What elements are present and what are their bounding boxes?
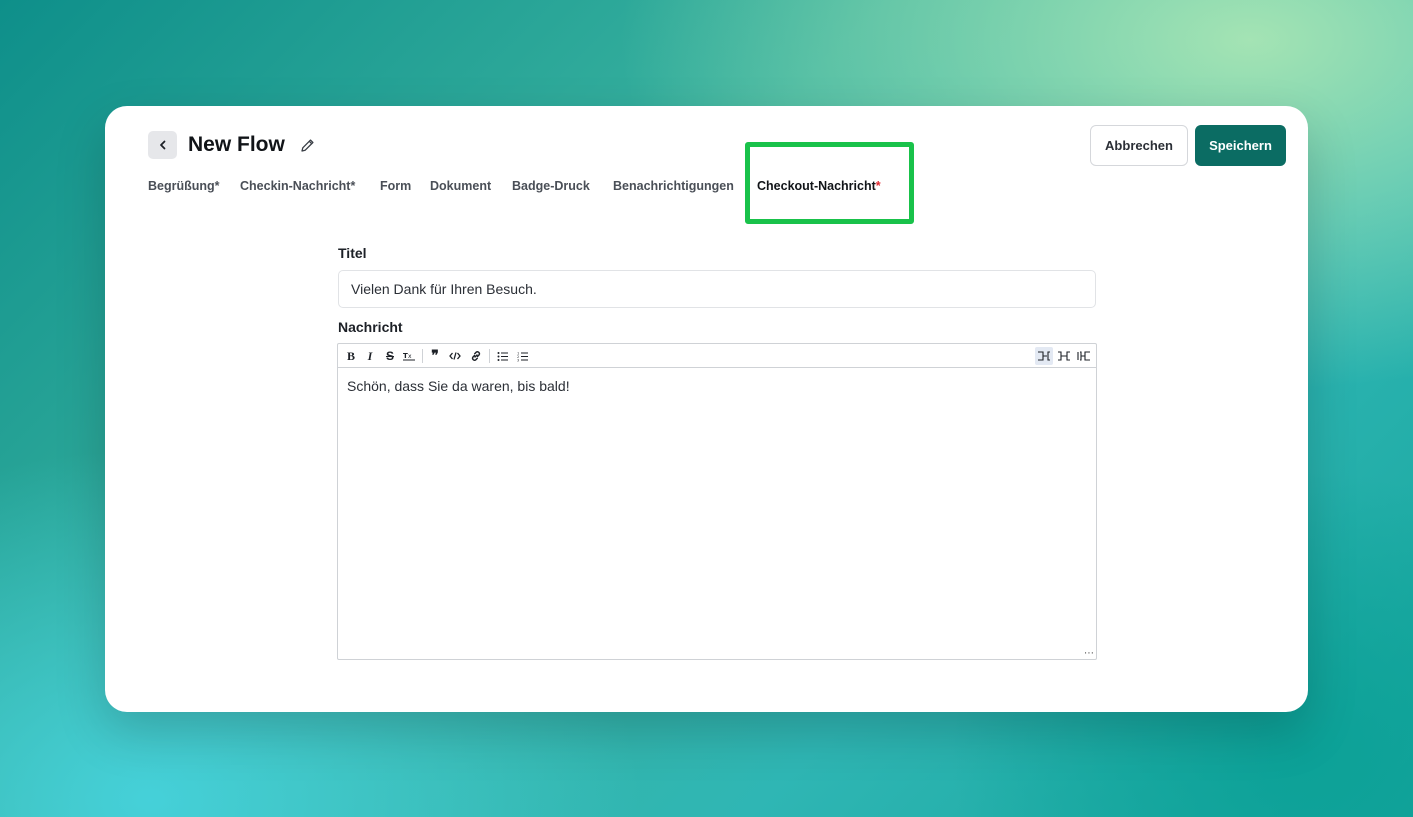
toolbar-separator — [489, 349, 490, 363]
cancel-button[interactable]: Abbrechen — [1090, 125, 1188, 166]
resize-handle[interactable]: ⋯ — [1084, 648, 1094, 659]
title-field-label: Titel — [338, 245, 367, 261]
bullet-list-icon[interactable] — [494, 347, 512, 365]
message-editor[interactable]: B I S Tx ❞ 123 Schön, dass Sie da waren,… — [337, 343, 1097, 660]
pencil-icon — [301, 139, 314, 152]
tab-checkout-nachricht[interactable]: Checkout-Nachricht* — [757, 178, 881, 194]
strikethrough-icon[interactable]: S — [381, 347, 399, 365]
back-button[interactable] — [148, 131, 177, 159]
svg-text:3: 3 — [517, 358, 519, 362]
tab-checkin-nachricht[interactable]: Checkin-Nachricht* — [240, 178, 355, 194]
page-title: New Flow — [188, 133, 285, 156]
tab-dokument[interactable]: Dokument — [430, 178, 491, 194]
width-medium-icon[interactable] — [1055, 347, 1073, 365]
svg-text:x: x — [408, 353, 412, 360]
tab-benachrichtigungen[interactable]: Benachrichtigungen — [613, 178, 734, 194]
quote-icon[interactable]: ❞ — [426, 347, 444, 365]
edit-title-button[interactable] — [299, 137, 316, 154]
tab-badge-druck[interactable]: Badge-Druck — [512, 178, 590, 194]
chevron-left-icon — [159, 140, 165, 150]
title-input-value: Vielen Dank für Ihren Besuch. — [351, 281, 537, 297]
message-field-label: Nachricht — [338, 319, 403, 335]
width-narrow-icon[interactable] — [1035, 347, 1053, 365]
editor-toolbar: B I S Tx ❞ 123 — [338, 344, 1096, 368]
title-input[interactable]: Vielen Dank für Ihren Besuch. — [338, 270, 1096, 308]
flow-editor-card: New Flow Abbrechen Speichern Begrüßung* … — [105, 106, 1308, 712]
clear-format-icon[interactable]: Tx — [400, 347, 418, 365]
save-button[interactable]: Speichern — [1195, 125, 1286, 166]
code-icon[interactable] — [446, 347, 464, 365]
tab-form[interactable]: Form — [380, 178, 411, 194]
tab-begruessung[interactable]: Begrüßung* — [148, 178, 220, 194]
message-editor-content[interactable]: Schön, dass Sie da waren, bis bald! — [338, 368, 1096, 404]
italic-icon[interactable]: I — [361, 347, 379, 365]
width-wide-icon[interactable] — [1075, 347, 1093, 365]
link-icon[interactable] — [467, 347, 485, 365]
toolbar-separator — [422, 349, 423, 363]
bold-icon[interactable]: B — [342, 347, 360, 365]
numbered-list-icon[interactable]: 123 — [514, 347, 532, 365]
